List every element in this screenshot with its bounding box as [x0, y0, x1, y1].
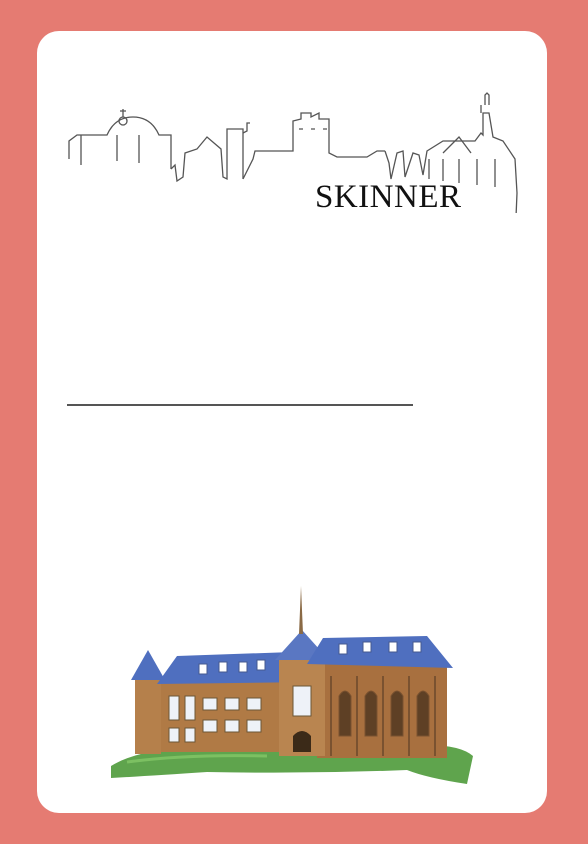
house-name: SKINNER: [315, 179, 462, 215]
school-building-illustration: [111, 586, 473, 784]
name-writing-line[interactable]: [67, 404, 413, 406]
card: SKINNER: [37, 31, 547, 813]
